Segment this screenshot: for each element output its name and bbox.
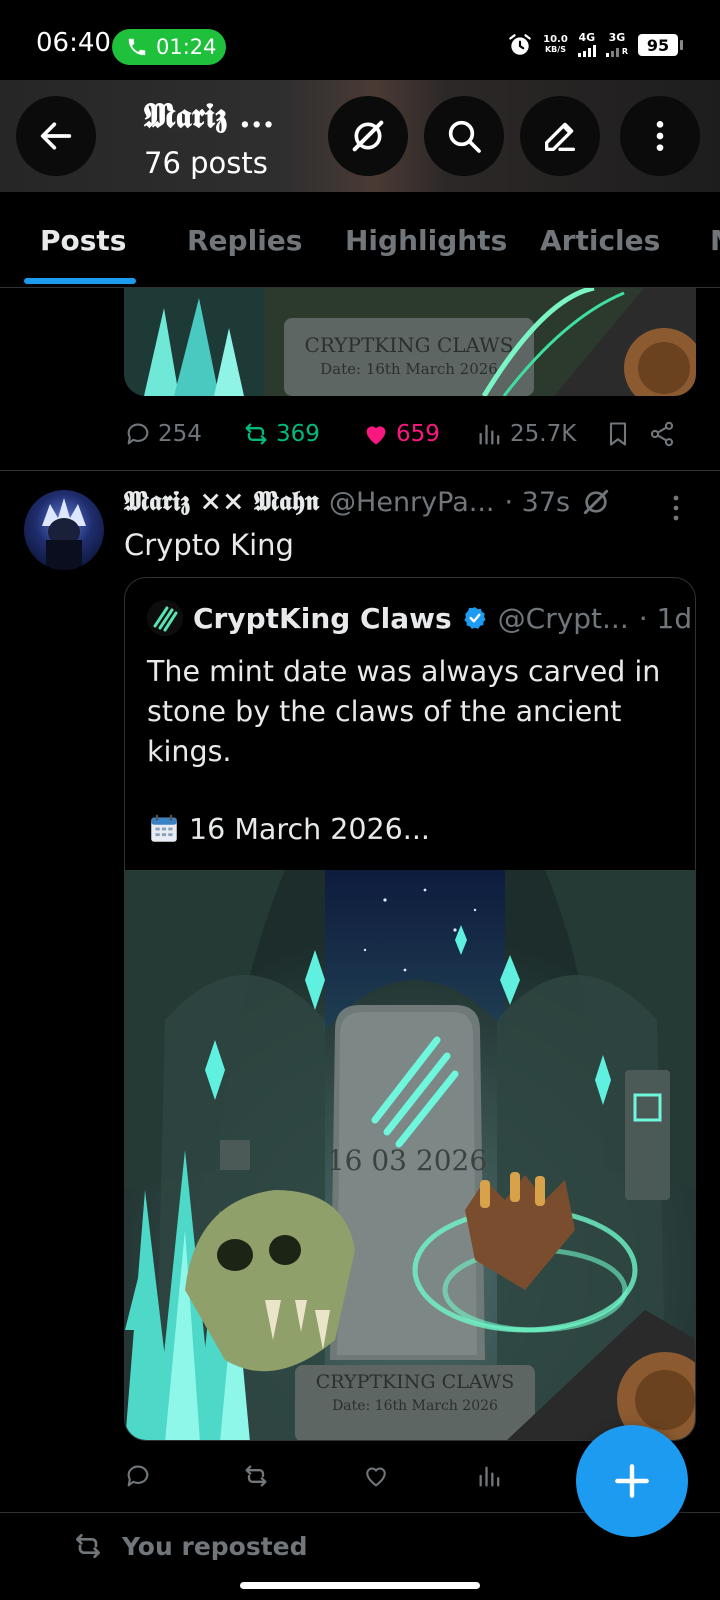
- back-button[interactable]: [16, 96, 96, 176]
- view-count: 25.7K: [510, 421, 577, 447]
- previous-post-actions: 254 369 659 25.7K: [124, 414, 696, 454]
- prev-caption-1: CRYPTKING CLAWS: [305, 333, 514, 357]
- edit-button[interactable]: [520, 96, 600, 176]
- tab-articles[interactable]: Articles: [540, 224, 660, 257]
- prev-caption-2: Date: 16th March 2026: [320, 360, 498, 378]
- like-button[interactable]: 659: [362, 420, 476, 448]
- repost-icon: [245, 423, 267, 445]
- post-more-button[interactable]: [670, 494, 682, 526]
- alarm-icon: [509, 34, 531, 55]
- status-bar: 06:40 01:24 10.0 KB/S 4G 3G R 95: [0, 0, 720, 80]
- reply-button[interactable]: 254: [124, 420, 242, 448]
- bookmark-icon: [609, 422, 627, 446]
- compose-fab-button[interactable]: [576, 1425, 688, 1537]
- signal-secondary: 3G R: [605, 31, 628, 57]
- search-button[interactable]: [424, 96, 504, 176]
- home-indicator[interactable]: [240, 1582, 480, 1589]
- verified-badge-icon: [464, 607, 486, 629]
- tab-replies[interactable]: Replies: [187, 224, 302, 257]
- calendar-icon: [151, 814, 177, 842]
- reply-icon: [127, 1465, 149, 1487]
- reply-count: 254: [158, 421, 202, 447]
- quoted-author-handle: @Crypt...: [497, 601, 629, 635]
- net-speed-value: 10.0: [543, 34, 568, 45]
- tomb-date-text: 16 03 2026: [327, 1144, 487, 1177]
- reply-icon: [127, 423, 149, 445]
- tab-media[interactable]: M: [710, 224, 720, 257]
- views-chart-icon: [479, 1466, 500, 1487]
- bookmark-button[interactable]: [604, 420, 648, 448]
- profile-header: 𝕸𝖆𝖗𝖎𝖟 ... 76 posts: [0, 80, 720, 192]
- heart-filled-icon: [366, 426, 386, 445]
- post-header: 𝕸𝖆𝖗𝖎𝖟 ×× 𝕸𝖆𝖍𝖓 @HenryPa... · 37s: [124, 486, 612, 518]
- search-icon: [448, 120, 481, 153]
- post-count: 76 posts: [144, 146, 268, 180]
- signal-bars-icon: [577, 45, 596, 57]
- share-icon: [650, 421, 674, 447]
- battery-icon: 95: [638, 34, 683, 56]
- quoted-post-text: The mint date was always carved in stone…: [147, 655, 661, 768]
- battery-level: 95: [646, 35, 670, 55]
- reposted-label: You reposted: [122, 1531, 308, 1561]
- repost-icon: [245, 1465, 267, 1487]
- post-time: · 37s: [504, 486, 571, 518]
- phone-icon: [128, 38, 146, 56]
- tab-highlights[interactable]: Highlights: [345, 224, 507, 257]
- quoted-date-text: 16 March 2026...: [189, 812, 430, 846]
- avatar[interactable]: [24, 490, 104, 570]
- signal-primary: 4G: [577, 31, 596, 57]
- repost-button[interactable]: [242, 1462, 362, 1490]
- quoted-author-name: CryptKing Claws: [193, 601, 452, 635]
- quoted-post-date-line: 16 March 2026...: [147, 812, 430, 846]
- status-time: 06:40: [36, 28, 111, 58]
- roaming-label: R: [621, 47, 628, 56]
- views-chart-icon: [479, 424, 500, 445]
- plus-icon: [615, 1464, 649, 1498]
- quoted-avatar: [147, 600, 183, 636]
- like-button[interactable]: [362, 1462, 476, 1490]
- previous-post-image[interactable]: CRYPTKING CLAWS Date: 16th March 2026: [124, 288, 696, 396]
- net-speed: 10.0 KB/S: [543, 35, 568, 55]
- post-text: Crypto King: [124, 528, 294, 562]
- call-timer: 01:24: [156, 35, 217, 59]
- grok-icon: [352, 120, 384, 152]
- media-caption-1: CRYPTKING CLAWS: [316, 1371, 514, 1393]
- more-vertical-icon: [673, 495, 679, 521]
- profile-name: 𝕸𝖆𝖗𝖎𝖟 ...: [144, 96, 275, 136]
- more-options-button[interactable]: [620, 96, 700, 176]
- network-primary-label: 4G: [578, 31, 596, 44]
- repost-indicator: You reposted: [72, 1530, 308, 1562]
- signal-bars-weak-icon: R: [605, 45, 628, 57]
- quoted-post-image[interactable]: 16 03 2026 CRYPTKING CLAWS Date: 16th Ma…: [125, 870, 695, 1440]
- repost-count: 369: [276, 421, 320, 447]
- pencil-icon: [545, 122, 575, 151]
- arrow-left-icon: [40, 122, 72, 150]
- like-count: 659: [396, 421, 440, 447]
- more-vertical-icon: [656, 121, 664, 151]
- repost-button[interactable]: 369: [242, 420, 362, 448]
- quoted-post-header: CryptKing Claws @Crypt... · 1d: [147, 600, 692, 636]
- net-speed-unit: KB/S: [544, 45, 566, 54]
- repost-icon: [76, 1534, 100, 1558]
- views-button[interactable]: 25.7K: [476, 420, 604, 448]
- post-author-name[interactable]: 𝕸𝖆𝖗𝖎𝖟 ×× 𝕸𝖆𝖍𝖓: [124, 486, 319, 518]
- profile-tabs: Posts Replies Highlights Articles M: [0, 192, 720, 288]
- reply-button[interactable]: [124, 1462, 242, 1490]
- media-caption-2: Date: 16th March 2026: [332, 1398, 498, 1414]
- post-divider: [0, 470, 720, 471]
- quoted-post-time: · 1d: [638, 601, 693, 635]
- grok-button[interactable]: [328, 96, 408, 176]
- network-secondary-label: 3G: [608, 31, 626, 44]
- post-author-handle[interactable]: @HenryPa...: [329, 487, 494, 518]
- share-button[interactable]: [648, 420, 688, 448]
- status-icons: 10.0 KB/S 4G 3G R 95: [507, 31, 683, 58]
- quoted-post[interactable]: CryptKing Claws @Crypt... · 1d The mint …: [124, 577, 696, 1441]
- views-button[interactable]: [476, 1462, 536, 1490]
- ongoing-call-pill[interactable]: 01:24: [112, 29, 226, 65]
- heart-icon: [366, 1467, 386, 1487]
- active-tab-indicator: [24, 278, 136, 284]
- grok-icon[interactable]: [580, 486, 612, 518]
- tab-posts[interactable]: Posts: [40, 224, 126, 257]
